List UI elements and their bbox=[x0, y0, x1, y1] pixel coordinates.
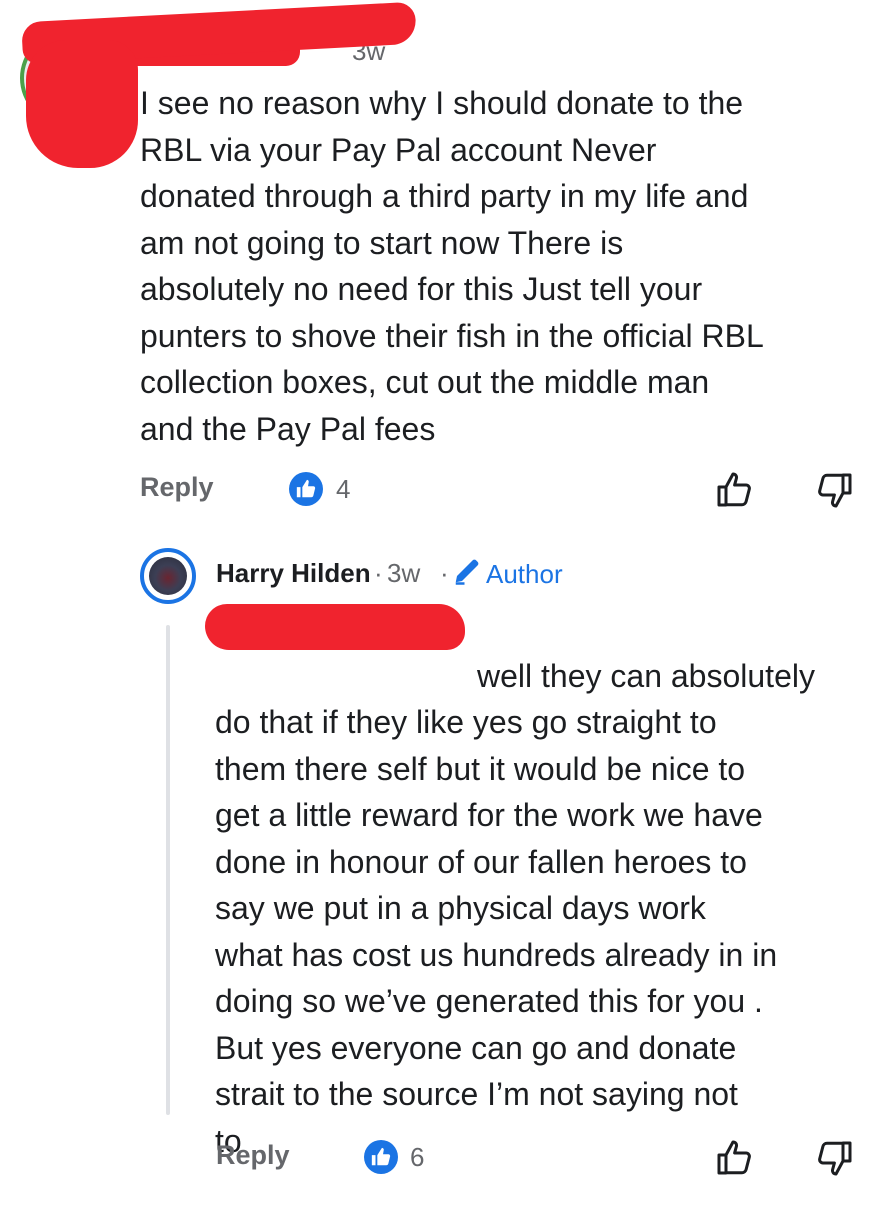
like-count: 6 bbox=[410, 1142, 425, 1172]
reply-button[interactable]: Reply bbox=[216, 1140, 290, 1171]
reply-timestamp: 3w bbox=[387, 558, 421, 588]
author-badge-label: Author bbox=[486, 559, 563, 589]
redaction-mark bbox=[205, 604, 465, 650]
reply-body: well they can absolutely do that if they… bbox=[215, 606, 885, 1211]
thread-connector-line bbox=[166, 625, 170, 1115]
reply-button[interactable]: Reply bbox=[140, 472, 214, 503]
comment-body: I see no reason why I should donate to t… bbox=[140, 85, 764, 447]
author-avatar[interactable] bbox=[140, 548, 196, 604]
thumbs-up-icon[interactable] bbox=[716, 470, 752, 508]
author-name-link[interactable]: Harry Hilden bbox=[216, 558, 371, 589]
meta-separator: · bbox=[440, 558, 449, 588]
thumbs-down-icon[interactable] bbox=[817, 1140, 853, 1178]
like-reaction-icon[interactable] bbox=[364, 1140, 398, 1174]
redaction-mark bbox=[26, 40, 138, 168]
thumbs-up-icon[interactable] bbox=[716, 1138, 752, 1176]
meta-separator: · bbox=[374, 558, 383, 588]
like-count: 4 bbox=[336, 474, 351, 504]
pencil-icon bbox=[452, 556, 482, 593]
reply-body-text: well they can absolutely do that if they… bbox=[215, 657, 815, 1159]
like-reaction-icon[interactable] bbox=[289, 472, 323, 506]
author-badge: Author bbox=[452, 556, 563, 593]
thumbs-down-icon[interactable] bbox=[817, 472, 853, 510]
